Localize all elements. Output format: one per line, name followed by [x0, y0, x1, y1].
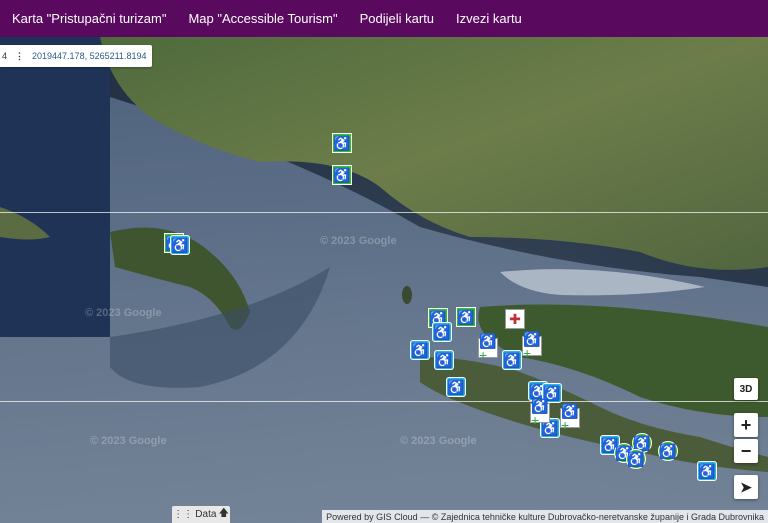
zoom-in-button[interactable]: +: [734, 413, 758, 437]
coordinate-value: 2019447.178, 5265211.8194: [32, 51, 147, 61]
medical-marker[interactable]: ✚: [505, 309, 525, 329]
google-watermark: © 2023 Google: [90, 435, 167, 447]
accessible-poi-marker[interactable]: ♿: [332, 165, 352, 185]
data-tab-label: Data: [195, 509, 217, 520]
attribution-credit: Powered by GIS Cloud — © Zajednica tehni…: [322, 510, 768, 523]
map-canvas[interactable]: © 2023 Google © 2023 Google © 2023 Googl…: [0, 37, 768, 523]
accessible-service-marker[interactable]: ♿+: [560, 404, 580, 432]
wheelchair-marker[interactable]: ♿: [432, 322, 452, 342]
tile-seam-line: [0, 401, 768, 402]
accessible-beach-marker[interactable]: ♿: [658, 441, 678, 461]
wheelchair-marker[interactable]: ♿: [434, 350, 454, 370]
3d-toggle-button[interactable]: 3D: [734, 378, 758, 400]
accessible-service-marker[interactable]: ♿+: [530, 399, 550, 427]
top-nav: Karta "Pristupačni turizam" Map "Accessi…: [0, 0, 768, 37]
wheelchair-marker[interactable]: ♿: [410, 340, 430, 360]
nav-item-karta[interactable]: Karta "Pristupačni turizam": [12, 11, 166, 26]
google-watermark: © 2023 Google: [85, 307, 162, 319]
coordinate-readout: 4 ⋮ 2019447.178, 5265211.8194: [0, 45, 153, 67]
accessible-poi-marker[interactable]: ♿: [456, 307, 476, 327]
arrow-up-icon: 🡅: [218, 508, 229, 519]
satellite-imagery: [0, 37, 768, 523]
wheelchair-marker[interactable]: ♿: [697, 461, 717, 481]
accessible-beach-marker[interactable]: ♿: [626, 449, 646, 469]
coordinate-prefix: 4: [2, 51, 8, 61]
accessible-poi-marker[interactable]: ♿: [332, 133, 352, 153]
data-panel-tab[interactable]: ⋮⋮ Data 🡅: [172, 506, 230, 523]
accessible-service-marker[interactable]: ♿+: [478, 334, 498, 362]
grid-icon: ⋮⋮: [173, 509, 194, 520]
google-watermark: © 2023 Google: [320, 235, 397, 247]
nav-item-share[interactable]: Podijeli kartu: [360, 11, 434, 26]
tile-seam-line: [0, 212, 768, 213]
wheelchair-marker[interactable]: ♿: [170, 235, 190, 255]
zoom-out-button[interactable]: −: [734, 439, 758, 463]
wheelchair-marker[interactable]: ♿: [502, 350, 522, 370]
wheelchair-marker[interactable]: ♿: [446, 377, 466, 397]
nav-item-map[interactable]: Map "Accessible Tourism": [188, 11, 337, 26]
accessible-service-marker[interactable]: ♿+: [522, 332, 542, 360]
nav-item-export[interactable]: Izvezi kartu: [456, 11, 522, 26]
google-watermark: © 2023 Google: [400, 435, 477, 447]
more-options-icon[interactable]: ⋮: [15, 51, 24, 62]
locate-icon[interactable]: ➤: [734, 475, 758, 499]
